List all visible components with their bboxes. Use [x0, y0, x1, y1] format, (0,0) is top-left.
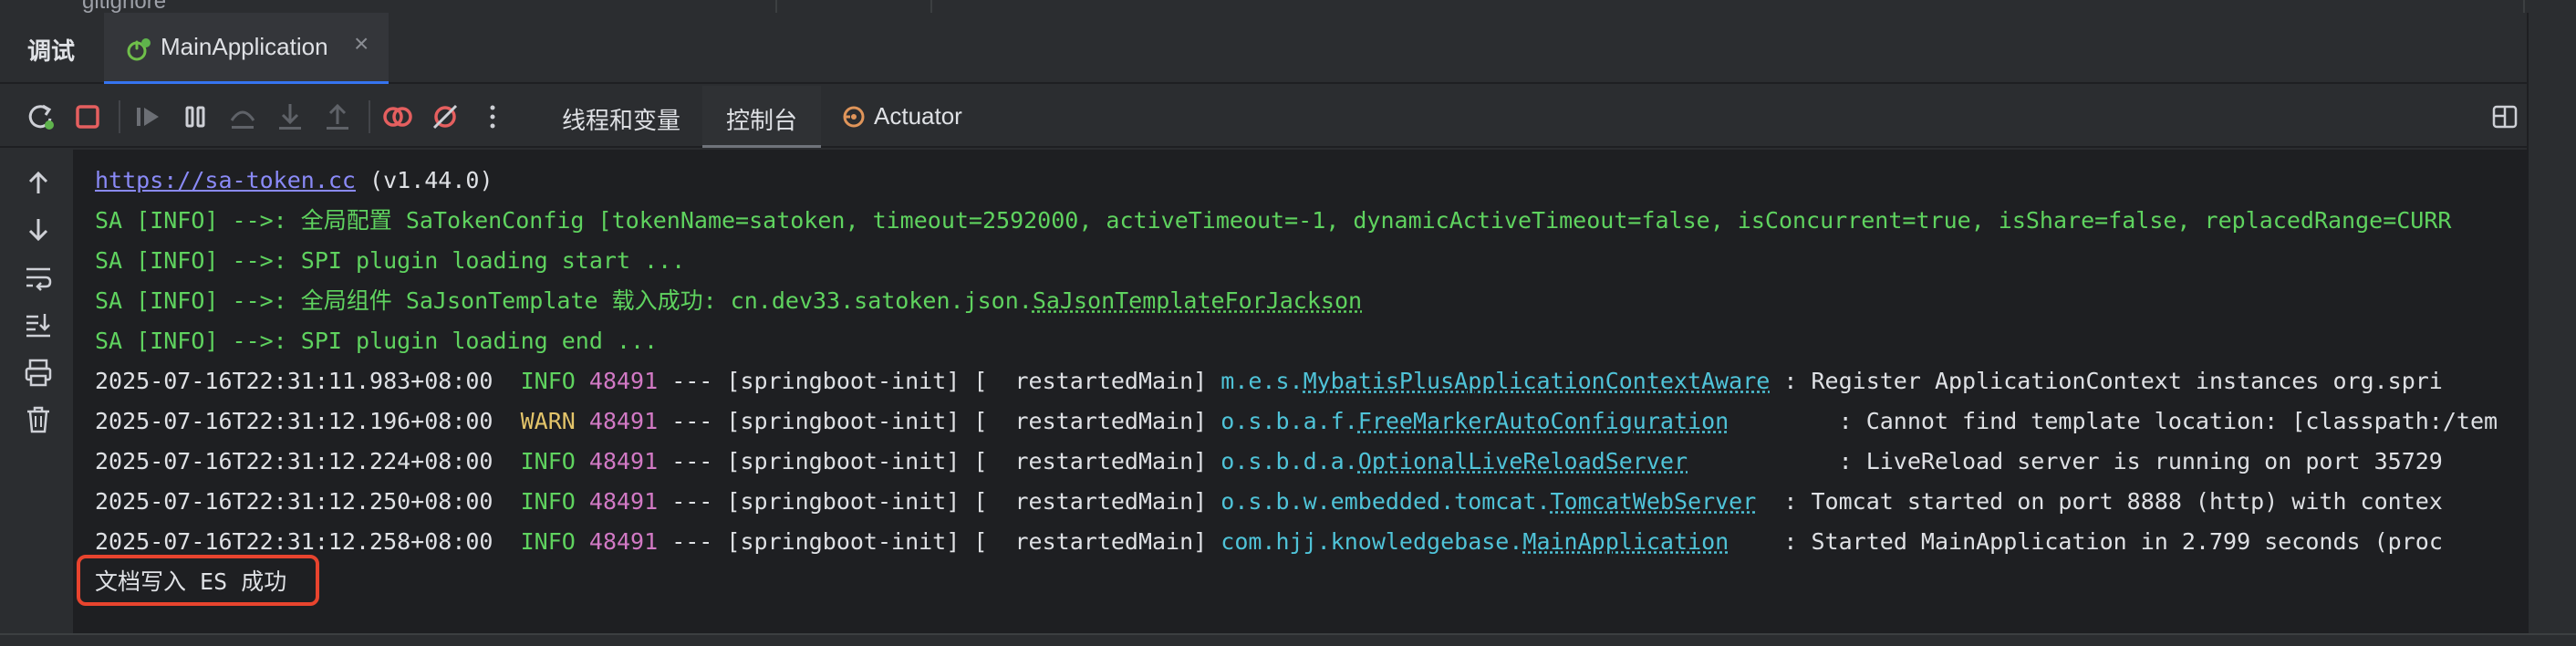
pause-icon[interactable]: [177, 99, 213, 135]
tab-main-application[interactable]: MainApplication ×: [104, 13, 389, 84]
log-line: 2025-07-16T22:31:12.224+08:00 INFO 48491…: [95, 448, 2443, 474]
console-line: https://sa-token.cc (v1.44.0): [95, 167, 493, 193]
pane-divider: [930, 0, 932, 13]
class-link[interactable]: FreeMarkerAutoConfiguration: [1358, 408, 1729, 434]
resume-icon[interactable]: [130, 99, 166, 135]
console-line: SA [INFO] -->: SPI plugin loading start …: [95, 247, 686, 274]
close-tab-button[interactable]: ×: [354, 29, 369, 58]
more-icon[interactable]: [474, 99, 511, 135]
tab-label: MainApplication: [161, 33, 328, 60]
toolbar-separator: [369, 100, 370, 133]
console-line: SA [INFO] -->: SPI plugin loading end ..…: [95, 328, 659, 354]
tab-console[interactable]: 控制台: [702, 86, 821, 148]
pane-divider: [2523, 0, 2525, 13]
print-icon[interactable]: [20, 354, 57, 391]
step-into-icon[interactable]: [272, 99, 308, 135]
sa-token-link[interactable]: https://sa-token.cc: [95, 167, 356, 193]
scroll-up-icon[interactable]: [20, 164, 57, 201]
actuator-icon: [843, 106, 865, 128]
debug-toolbar: 线程和变量 控制台 Actuator: [0, 86, 2527, 148]
layout-settings-icon[interactable]: [2490, 102, 2519, 131]
step-over-icon[interactable]: [224, 99, 261, 135]
soft-wrap-icon[interactable]: [20, 259, 57, 296]
tab-actuator-label: Actuator: [874, 102, 962, 130]
tab-actuator[interactable]: Actuator: [837, 86, 983, 148]
tab-threads-variables[interactable]: 线程和变量: [562, 86, 686, 148]
panel-title: 调试: [27, 37, 76, 65]
spring-boot-run-icon: [127, 38, 151, 61]
console-output[interactable]: https://sa-token.cc (v1.44.0) SA [INFO] …: [73, 150, 2527, 633]
clear-all-icon[interactable]: [20, 401, 57, 438]
log-line: 2025-07-16T22:31:12.196+08:00 WARN 48491…: [95, 408, 2498, 434]
console-gutter: [0, 150, 73, 646]
view-breakpoints-icon[interactable]: [379, 99, 416, 135]
console-line: SA [INFO] -->: 全局配置 SaTokenConfig [token…: [95, 207, 2452, 234]
toolbar-separator: [119, 100, 120, 133]
status-bar-edge: [0, 633, 2576, 646]
log-line: 2025-07-16T22:31:11.983+08:00 INFO 48491…: [95, 368, 2443, 394]
annotation-highlight-box: [77, 555, 319, 606]
class-link[interactable]: SaJsonTemplateForJackson: [1033, 287, 1362, 314]
mute-breakpoints-icon[interactable]: [427, 99, 463, 135]
class-link[interactable]: MainApplication: [1522, 528, 1729, 555]
file-tree-fragment: gitignore: [82, 0, 167, 13]
class-link[interactable]: MybatisPlusApplicationContextAware: [1304, 368, 1771, 394]
rerun-icon[interactable]: [22, 99, 58, 135]
top-strip: gitignore: [0, 0, 2576, 13]
stop-icon[interactable]: [69, 99, 106, 135]
log-line: 2025-07-16T22:31:12.258+08:00 INFO 48491…: [95, 528, 2443, 555]
pane-divider: [775, 0, 777, 13]
class-link[interactable]: OptionalLiveReloadServer: [1358, 448, 1688, 474]
debug-tab-header: 调试 MainApplication ×: [0, 13, 2527, 84]
class-link[interactable]: TomcatWebServer: [1551, 488, 1757, 515]
scroll-to-end-icon[interactable]: [20, 307, 57, 343]
log-line: 2025-07-16T22:31:12.250+08:00 INFO 48491…: [95, 488, 2443, 515]
step-out-icon[interactable]: [319, 99, 356, 135]
console-line: SA [INFO] -->: 全局组件 SaJsonTemplate 载入成功:…: [95, 287, 1363, 314]
scroll-down-icon[interactable]: [20, 212, 57, 248]
right-tool-strip: [2527, 13, 2576, 646]
